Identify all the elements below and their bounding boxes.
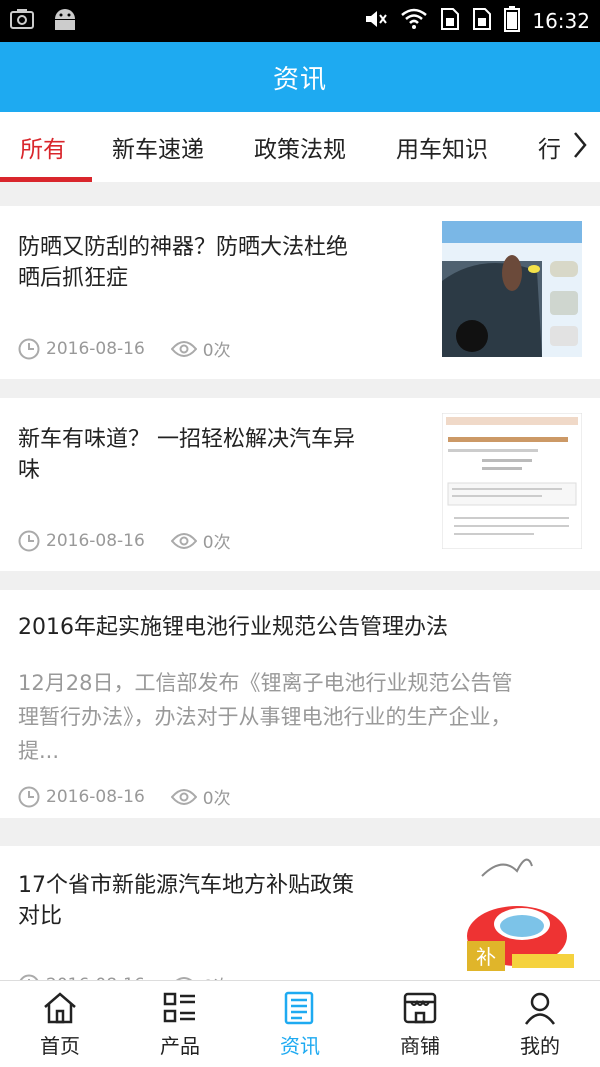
article-meta: 2016-08-16 0次	[18, 528, 231, 553]
nav-profile-label: 我的	[520, 1033, 560, 1058]
tab-car-knowledge[interactable]: 用车知识	[396, 112, 488, 182]
article-thumbnail: 补	[442, 846, 582, 980]
store-icon	[402, 990, 438, 1026]
nav-home-label: 首页	[40, 1033, 80, 1058]
eye-icon	[170, 532, 197, 550]
news-icon	[282, 990, 318, 1026]
news-item[interactable]: 防晒又防刮的神器？防晒大法杜绝 晒后抓狂症 2016-08-16 0次	[0, 206, 600, 379]
clock-icon	[18, 338, 40, 360]
screenshot-icon	[10, 8, 34, 34]
article-date: 2016-08-16	[46, 338, 145, 359]
news-list: 防晒又防刮的神器？防晒大法杜绝 晒后抓狂症 2016-08-16 0次 新车有味…	[0, 182, 600, 980]
article-date: 2016-08-16	[46, 530, 145, 551]
nav-news[interactable]: 资讯	[240, 981, 360, 1067]
page-title: 资讯	[272, 64, 327, 95]
tab-industry[interactable]: 行	[538, 112, 561, 182]
tab-policies[interactable]: 政策法规	[254, 112, 346, 182]
news-item[interactable]: 2016年起实施锂电池行业规范公告管理办法 12月28日，工信部发布《锂离子电池…	[0, 590, 600, 818]
sim1-icon	[440, 7, 460, 36]
article-thumbnail	[442, 221, 582, 357]
eye-icon	[170, 340, 197, 358]
clock-time: 16:32	[532, 9, 590, 33]
svg-text:补: 补	[476, 945, 496, 969]
nav-home[interactable]: 首页	[0, 981, 120, 1067]
news-item[interactable]: 17个省市新能源汽车地方补贴政策 对比 2016-08-16 0次 补	[0, 846, 600, 980]
nav-store[interactable]: 商铺	[360, 981, 480, 1067]
grid-list-icon	[162, 990, 198, 1026]
nav-profile[interactable]: 我的	[480, 981, 600, 1067]
article-views: 0次	[202, 341, 231, 361]
article-thumbnail	[442, 413, 582, 549]
article-summary: 12月28日，工信部发布《锂离子电池行业规范公告管 理暂行办法》，办法对于从事锂…	[18, 671, 513, 763]
status-bar: 16:32	[0, 0, 600, 42]
article-title: 防晒又防刮的神器？防晒大法杜绝 晒后抓狂症	[18, 235, 349, 291]
home-icon	[42, 990, 78, 1026]
nav-store-label: 商铺	[400, 1033, 440, 1058]
article-meta: 2016-08-16 0次	[18, 784, 231, 809]
news-item[interactable]: 新车有味道？ 一招轻松解决汽车异 味 2016-08-16 0次	[0, 398, 600, 571]
article-meta: 2016-08-16 0次	[18, 336, 231, 361]
nav-products-label: 产品	[160, 1033, 200, 1058]
user-icon	[522, 990, 558, 1026]
android-icon	[52, 7, 78, 35]
tabs-scroll-right-button[interactable]	[560, 112, 600, 182]
article-date: 2016-08-16	[46, 786, 145, 807]
tab-all[interactable]: 所有	[20, 112, 66, 182]
article-views: 0次	[202, 789, 231, 809]
category-tabs: 所有 新车速递 政策法规 用车知识 行	[0, 112, 600, 182]
article-title: 新车有味道？ 一招轻松解决汽车异 味	[18, 427, 355, 483]
article-title: 17个省市新能源汽车地方补贴政策 对比	[18, 873, 354, 929]
app-header: 资讯	[0, 42, 600, 112]
article-views: 0次	[202, 533, 231, 553]
battery-icon	[504, 5, 521, 37]
bottom-nav: 首页 产品 资讯 商铺 我的	[0, 980, 600, 1067]
wifi-icon	[400, 8, 428, 35]
clock-icon	[18, 786, 40, 808]
article-views: 0次	[203, 972, 231, 980]
article-meta: 2016-08-16 0次	[18, 972, 231, 980]
eye-icon	[170, 788, 197, 806]
clock-icon	[18, 530, 40, 552]
mute-icon	[364, 8, 388, 35]
nav-products[interactable]: 产品	[120, 981, 240, 1067]
nav-news-label: 资讯	[280, 1033, 320, 1058]
sim2-icon	[472, 7, 492, 36]
tab-new-cars[interactable]: 新车速递	[112, 112, 204, 182]
chevron-right-icon	[572, 130, 588, 164]
article-title: 2016年起实施锂电池行业规范公告管理办法	[18, 615, 448, 640]
